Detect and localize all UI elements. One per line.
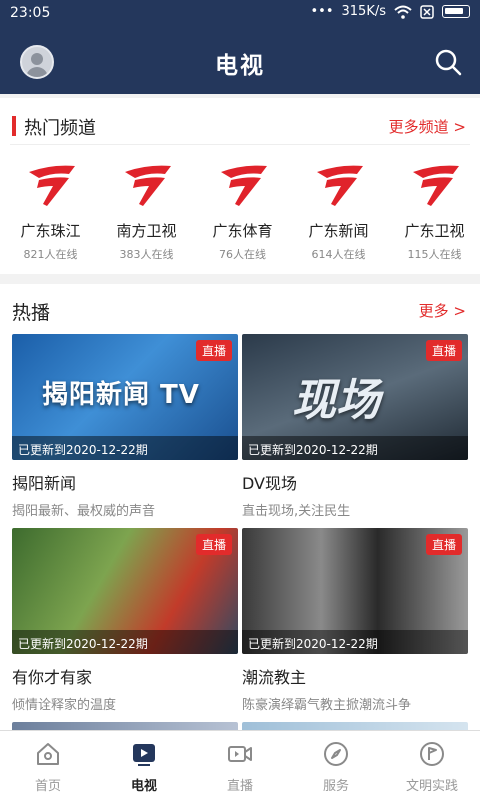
tab-label: 直播: [226, 779, 253, 794]
home-icon: [37, 743, 59, 765]
program-card[interactable]: 现场 直播 已更新到2020-12-22期 DV现场 直击现场,关注民生: [242, 334, 468, 519]
tab-label: 服务: [322, 779, 349, 794]
sim-icon: [420, 4, 434, 19]
divider: [10, 144, 470, 145]
battery-icon: [442, 5, 470, 18]
tab-civilization-practice[interactable]: 文明实践: [384, 731, 480, 800]
channel-name: 广东体育: [212, 222, 273, 240]
video-camera-icon: [228, 746, 252, 762]
program-thumbnail: 直播 已更新到2020-12-22期: [12, 528, 238, 654]
program-description: 揭阳最新、最权威的声音: [12, 504, 156, 519]
program-description: 陈豪演绎霸气教主掀潮流斗争: [242, 698, 412, 713]
channel-name: 南方卫视: [116, 222, 177, 240]
status-bar: 23:05 ••• 315K/s: [0, 0, 480, 28]
flag-icon: [420, 742, 444, 766]
tab-tv[interactable]: 电视: [96, 731, 192, 800]
update-label: 已更新到2020-12-22期: [242, 436, 468, 460]
more-dots-icon: •••: [310, 4, 334, 19]
status-time: 23:05: [10, 5, 51, 21]
thumbnail-caption: 现场: [292, 375, 380, 426]
live-badge: 直播: [425, 534, 462, 555]
channel-item[interactable]: 广东新闻 614人在线: [293, 162, 384, 262]
live-badge: 直播: [195, 340, 232, 361]
gdtv-logo-icon: [412, 165, 459, 206]
online-count: 383人在线: [119, 248, 174, 261]
program-thumbnail: 揭阳新闻 TV 直播 已更新到2020-12-22期: [12, 334, 238, 460]
program-title: 揭阳新闻: [12, 474, 77, 493]
section-title: 热播: [12, 302, 51, 324]
channel-item[interactable]: 南方卫视 383人在线: [101, 162, 192, 262]
tab-home[interactable]: 首页: [0, 731, 96, 800]
status-icons: ••• 315K/s: [310, 4, 470, 19]
gdtv-logo-icon: [124, 165, 171, 206]
channel-list: 广东珠江 821人在线 南方卫视 383人在线 广东体育 76人在线 广东新闻 …: [0, 162, 480, 262]
tab-label: 电视: [130, 779, 157, 794]
hot-channels-section: 热门频道 更多频道 > 广东珠江 821人在线 南方卫视 383人在线 广东体育…: [0, 98, 480, 274]
channel-name: 广东卫视: [404, 222, 465, 240]
wifi-icon: [394, 5, 412, 19]
online-count: 821人在线: [23, 248, 78, 261]
program-description: 直击现场,关注民生: [242, 504, 351, 519]
section-marker: [12, 116, 16, 136]
live-badge: 直播: [195, 534, 232, 555]
more-channels-link[interactable]: 更多频道 >: [389, 116, 466, 137]
gdtv-logo-icon: [316, 165, 363, 206]
tab-label: 首页: [34, 779, 61, 794]
program-thumbnail: 现场 直播 已更新到2020-12-22期: [242, 334, 468, 460]
program-title: 有你才有家: [12, 668, 93, 687]
live-badge: 直播: [425, 340, 462, 361]
program-description: 倾情诠释家的温度: [12, 698, 117, 713]
hot-programs-section: 热播 更多 > 揭阳新闻 TV 直播 已更新到2020-12-22期 揭阳新闻 …: [0, 284, 480, 742]
update-label: 已更新到2020-12-22期: [242, 630, 468, 654]
channel-item[interactable]: 广东体育 76人在线: [197, 162, 288, 262]
program-thumbnail: 直播 已更新到2020-12-22期: [242, 528, 468, 654]
bottom-tab-bar: 首页 电视 直播 服务 文明实践: [0, 730, 480, 800]
update-label: 已更新到2020-12-22期: [12, 630, 238, 654]
program-title: DV现场: [242, 474, 297, 493]
network-speed: 315K/s: [341, 4, 387, 19]
program-card[interactable]: 揭阳新闻 TV 直播 已更新到2020-12-22期 揭阳新闻 揭阳最新、最权威…: [12, 334, 238, 519]
channel-item[interactable]: 广东卫视 115人在线: [389, 162, 480, 262]
section-title: 热门频道: [24, 118, 96, 139]
program-card[interactable]: 直播 已更新到2020-12-22期 有你才有家 倾情诠释家的温度: [12, 528, 238, 713]
page-title: 电视: [215, 53, 265, 79]
update-label: 已更新到2020-12-22期: [12, 436, 238, 460]
tab-label: 文明实践: [405, 779, 458, 794]
search-icon[interactable]: [434, 48, 462, 76]
program-title: 潮流教主: [242, 668, 307, 687]
channel-item[interactable]: 广东珠江 821人在线: [5, 162, 96, 262]
more-link[interactable]: 更多 >: [419, 300, 466, 321]
online-count: 115人在线: [407, 248, 462, 261]
online-count: 76人在线: [219, 248, 266, 261]
hot-channels-header: 热门频道 更多频道 >: [0, 102, 480, 146]
compass-icon: [324, 742, 348, 766]
app-header: 电视: [0, 28, 480, 94]
online-count: 614人在线: [311, 248, 366, 261]
gdtv-logo-icon: [220, 165, 267, 206]
tab-live[interactable]: 直播: [192, 731, 288, 800]
gdtv-logo-icon: [28, 165, 75, 206]
tab-service[interactable]: 服务: [288, 731, 384, 800]
channel-name: 广东珠江: [20, 222, 81, 240]
program-card[interactable]: 直播 已更新到2020-12-22期 潮流教主 陈豪演绎霸气教主掀潮流斗争: [242, 528, 468, 713]
tv-icon: [133, 744, 155, 766]
channel-name: 广东新闻: [308, 222, 369, 240]
thumbnail-caption: 揭阳新闻 TV: [42, 380, 200, 410]
